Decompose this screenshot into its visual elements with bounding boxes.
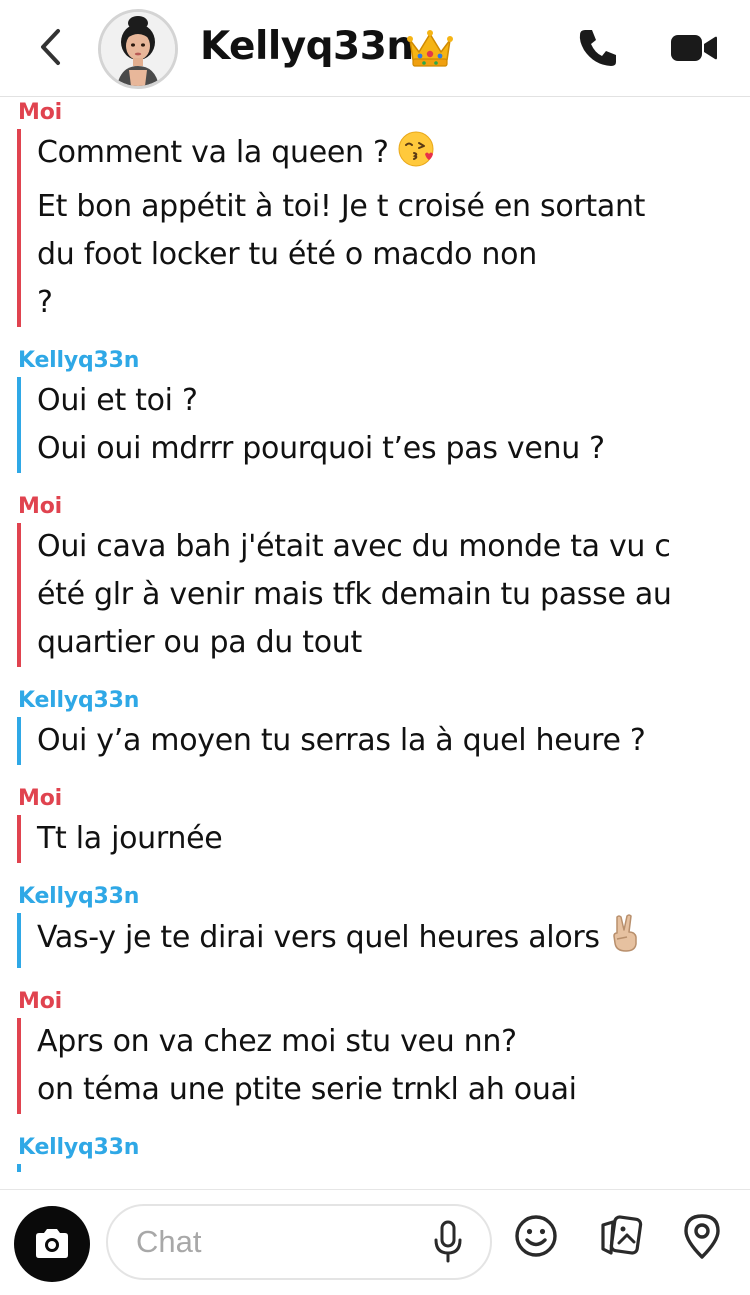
message-sender: Moi (18, 100, 62, 125)
message-text-line: Et bon appétit à toi! Je t croisé en sor… (37, 183, 750, 231)
message-text: Oui y’a moyen tu serras la à quel heure … (37, 723, 646, 758)
message-sender: Moi (18, 989, 62, 1014)
chat-input-placeholder: Chat (136, 1224, 202, 1259)
camera-button[interactable] (14, 1206, 90, 1282)
smiley-icon (515, 1215, 557, 1257)
chat-input[interactable]: Chat (106, 1204, 492, 1280)
message-text-line: Oui cava bah j'était avec du monde ta vu… (37, 523, 750, 571)
message-text-line: quartier ou pa du tout (37, 619, 750, 667)
bitmoji-avatar-icon (101, 12, 175, 86)
message-text-line: Oui et toi ? (37, 377, 750, 425)
message-group: Moi Aprs on va chez moi stu veu nn? on tém… (0, 986, 750, 1114)
avatar[interactable] (98, 9, 178, 89)
message-sender: Kellyq33n (18, 688, 140, 713)
message-text: Vas-y je te dirai vers quel heures alors (37, 920, 600, 955)
message-text: du foot locker tu été o macdo non (37, 237, 537, 272)
message-text-line: été glr à venir mais tfk demain tu passe… (37, 571, 750, 619)
kissing-face-icon (397, 130, 435, 183)
message-bubble[interactable]: Tt la journée (17, 815, 750, 863)
camera-icon (36, 1229, 68, 1258)
composer-bar: Chat (0, 1189, 750, 1295)
message-text-line: Oui oui mdrrr pourquoi t’es pas venu ? (37, 425, 750, 473)
message-group: Kellyq33n Vas-y je te dirai vers quel heu… (0, 881, 750, 968)
message-text: Tt la journée (37, 821, 223, 856)
victory-hand-icon (608, 913, 642, 968)
message-text-line: du foot locker tu été o macdo non (37, 231, 750, 279)
message-group: Moi Comment va la queen ? Et bon appétit à… (0, 97, 750, 327)
contact-name[interactable]: Kellyq33n (200, 20, 414, 72)
phone-icon (579, 30, 616, 66)
message-bubble[interactable]: Comment va la queen ? Et bon appétit à to… (17, 129, 750, 327)
crown-icon (407, 30, 453, 67)
message-sender: Moi (18, 494, 62, 519)
message-group: Kellyq33n Oui et toi ? Oui oui mdrrr pourq… (0, 345, 750, 473)
message-text-line: Comment va la queen ? (37, 129, 750, 183)
message-text: Et bon appétit à toi! Je t croisé en sor… (37, 189, 646, 224)
message-sender: Kellyq33n (18, 884, 140, 909)
message-bubble[interactable]: Oui cava bah j'était avec du monde ta vu… (17, 523, 750, 667)
message-group: Kellyq33n (0, 1132, 750, 1172)
message-list[interactable]: Moi Comment va la queen ? Et bon appétit à… (0, 97, 750, 1189)
memories-cards-icon (601, 1215, 643, 1255)
message-text-line: Vas-y je te dirai vers quel heures alors (37, 913, 750, 968)
memories-button[interactable] (595, 1210, 647, 1262)
message-text: Comment va la queen ? (37, 135, 389, 170)
message-sender: Kellyq33n (18, 1135, 140, 1160)
message-text: on téma une ptite serie trnkl ah ouai (37, 1072, 577, 1107)
message-text: été glr à venir mais tfk demain tu passe… (37, 577, 672, 612)
emoji-button[interactable] (510, 1210, 562, 1262)
microphone-button[interactable] (428, 1220, 468, 1264)
message-text: ? (37, 285, 53, 320)
back-button[interactable] (26, 22, 76, 72)
message-text-line: Aprs on va chez moi stu veu nn? (37, 1018, 750, 1066)
message-group: Kellyq33n Oui y’a moyen tu serras la à qu… (0, 685, 750, 765)
message-sender: Kellyq33n (18, 348, 140, 373)
video-camera-icon (671, 35, 717, 61)
message-bubble[interactable]: Vas-y je te dirai vers quel heures alors (17, 913, 750, 968)
message-text: quartier ou pa du tout (37, 625, 362, 660)
message-text: Oui oui mdrrr pourquoi t’es pas venu ? (37, 431, 605, 466)
message-text-line: on téma une ptite serie trnkl ah ouai (37, 1066, 750, 1114)
message-text: Oui et toi ? (37, 383, 198, 418)
message-bubble[interactable]: Oui et toi ? Oui oui mdrrr pourquoi t’es … (17, 377, 750, 473)
chevron-left-icon (41, 29, 60, 65)
message-sender: Moi (18, 786, 62, 811)
voice-call-button[interactable] (572, 22, 624, 74)
message-text-line: Oui y’a moyen tu serras la à quel heure … (37, 717, 750, 765)
message-bubble[interactable]: Oui y’a moyen tu serras la à quel heure … (17, 717, 750, 765)
microphone-icon (434, 1220, 462, 1263)
message-bubble[interactable] (17, 1164, 750, 1172)
message-text: Oui cava bah j'était avec du monde ta vu… (37, 529, 671, 564)
message-text-line: ? (37, 279, 750, 327)
message-group: Moi Tt la journée (0, 783, 750, 863)
message-text-line: Tt la journée (37, 815, 750, 863)
location-button[interactable] (676, 1210, 728, 1262)
message-bubble[interactable]: Aprs on va chez moi stu veu nn? on téma u… (17, 1018, 750, 1114)
location-pin-icon (684, 1214, 720, 1259)
message-text: Aprs on va chez moi stu veu nn? (37, 1024, 517, 1059)
message-group: Moi Oui cava bah j'était avec du monde ta… (0, 491, 750, 667)
chat-header: Kellyq33n (0, 0, 750, 97)
video-call-button[interactable] (664, 22, 724, 74)
